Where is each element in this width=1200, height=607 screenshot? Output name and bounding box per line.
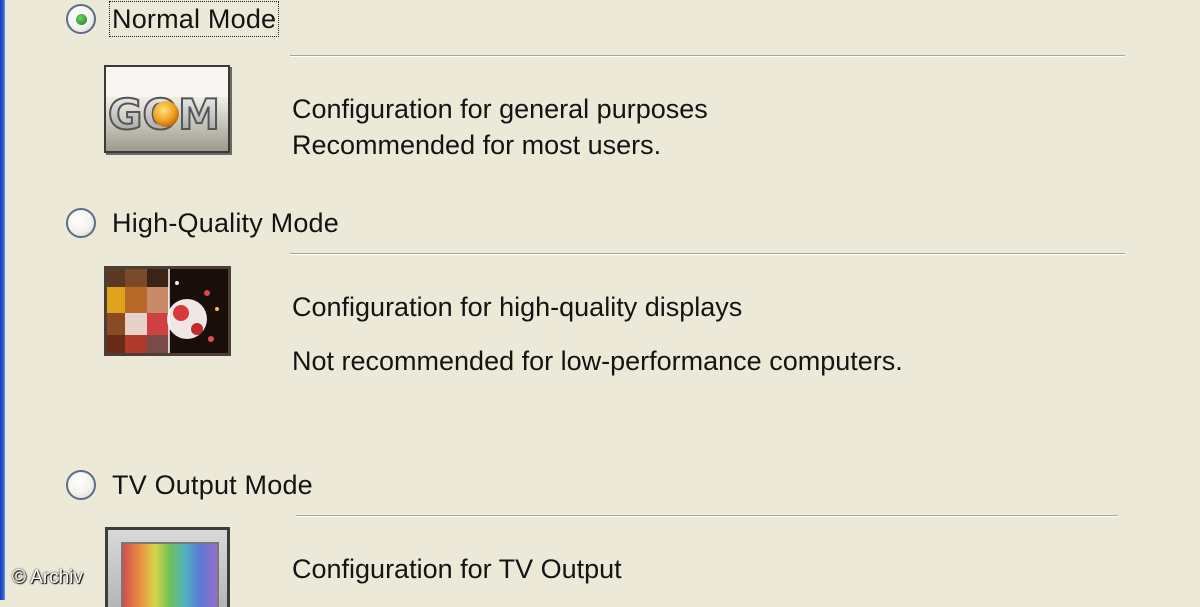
high-quality-mode-description-line-1: Configuration for high-quality displays [292, 292, 743, 322]
tv-icon [105, 527, 230, 607]
normal-mode-description-line-2: Recommended for most users. [292, 130, 662, 160]
tv-screen [121, 542, 219, 607]
high-quality-mode-radio[interactable] [66, 208, 96, 238]
normal-mode-separator [290, 55, 1125, 57]
high-quality-mode-label[interactable]: High-Quality Mode [110, 206, 341, 240]
high-quality-mode-separator [290, 253, 1125, 255]
normal-mode-label[interactable]: Normal Mode [108, 1, 280, 37]
tv-output-mode-label[interactable]: TV Output Mode [110, 468, 315, 502]
archive-watermark: © Archiv [12, 567, 84, 588]
high-quality-image-icon [104, 266, 231, 356]
gom-logo-icon: GOM [104, 65, 230, 153]
window-left-border [0, 0, 5, 600]
tv-output-mode-radio[interactable] [66, 470, 96, 500]
tv-output-mode-radio-option[interactable]: TV Output Mode [66, 467, 315, 503]
tv-output-mode-separator [296, 515, 1118, 517]
normal-mode-description-line-1: Configuration for general purposes [292, 94, 708, 124]
normal-mode-radio-option[interactable]: Normal Mode [66, 1, 280, 37]
high-quality-mode-description-line-2: Not recommended for low-performance comp… [292, 346, 903, 376]
tv-output-mode-description-line-1: Configuration for TV Output [292, 554, 622, 584]
normal-mode-radio[interactable] [66, 4, 96, 34]
high-quality-mode-radio-option[interactable]: High-Quality Mode [66, 205, 341, 241]
